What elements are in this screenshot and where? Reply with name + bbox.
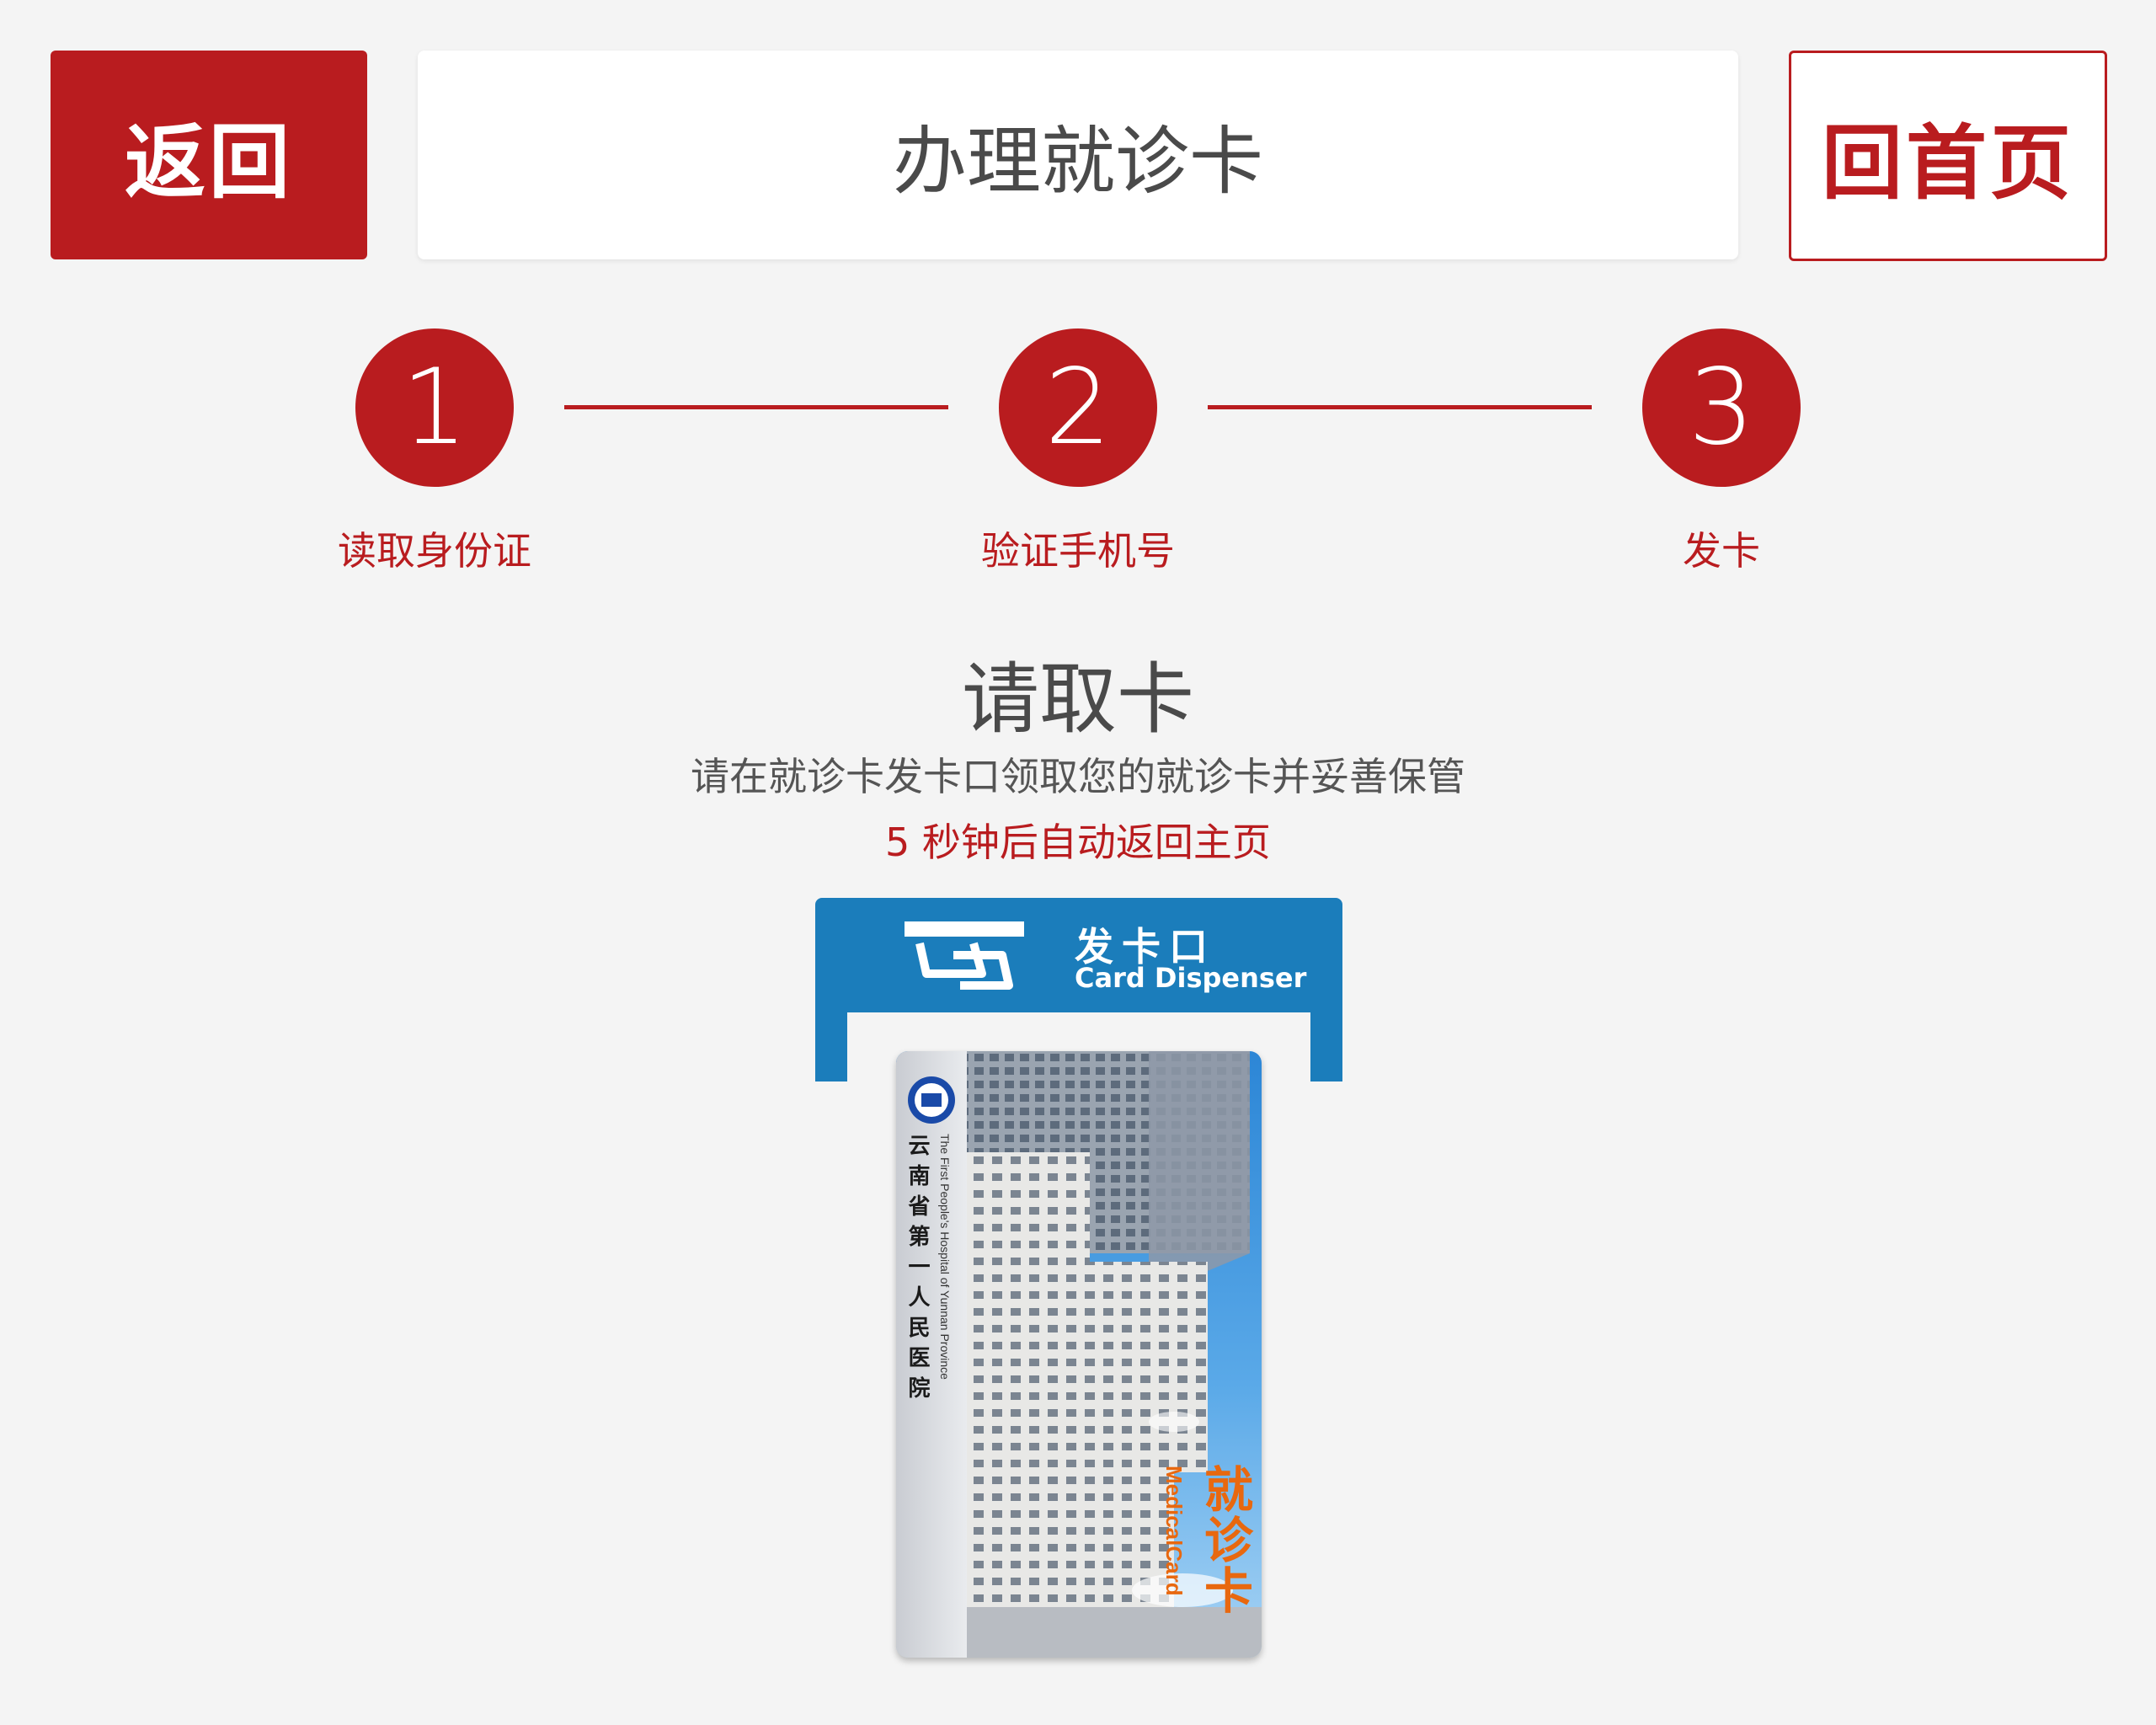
take-card-heading: 请取卡 (961, 654, 1194, 745)
card-title-en: MedicalCard (1161, 1466, 1187, 1596)
hospital-name-en: The First People's Hospital of Yunnan Pr… (938, 1134, 952, 1380)
home-button[interactable]: 回首页 (1789, 51, 2107, 261)
card-dispenser-icon (901, 918, 1027, 994)
dispenser-label-en: Card Dispenser (1075, 962, 1307, 994)
step-1-indicator: 1 (355, 328, 514, 487)
step-1-label: 读取身份证 (338, 528, 531, 574)
step-2-indicator: 2 (999, 328, 1157, 487)
countdown-text: 5 秒钟后自动返回主页 (885, 820, 1271, 865)
step-connector-2 (1208, 405, 1592, 409)
hospital-name-cn: 云南省第一人民医院 (905, 1134, 930, 1407)
step-3-indicator: 3 (1642, 328, 1801, 487)
instruction-text: 请在就诊卡发卡口领取您的就诊卡并妥善保管 (691, 754, 1465, 799)
card-title-cn: 就诊卡 (1196, 1464, 1253, 1616)
step-2-label: 验证手机号 (981, 528, 1175, 574)
back-button[interactable]: 返回 (51, 51, 367, 259)
step-connector-1 (564, 405, 948, 409)
page-title: 办理就诊卡 (418, 51, 1738, 259)
medical-card: 云南省第一人民医院 The First People's Hospital of… (896, 1051, 1262, 1658)
step-3-label: 发卡 (1683, 528, 1760, 574)
